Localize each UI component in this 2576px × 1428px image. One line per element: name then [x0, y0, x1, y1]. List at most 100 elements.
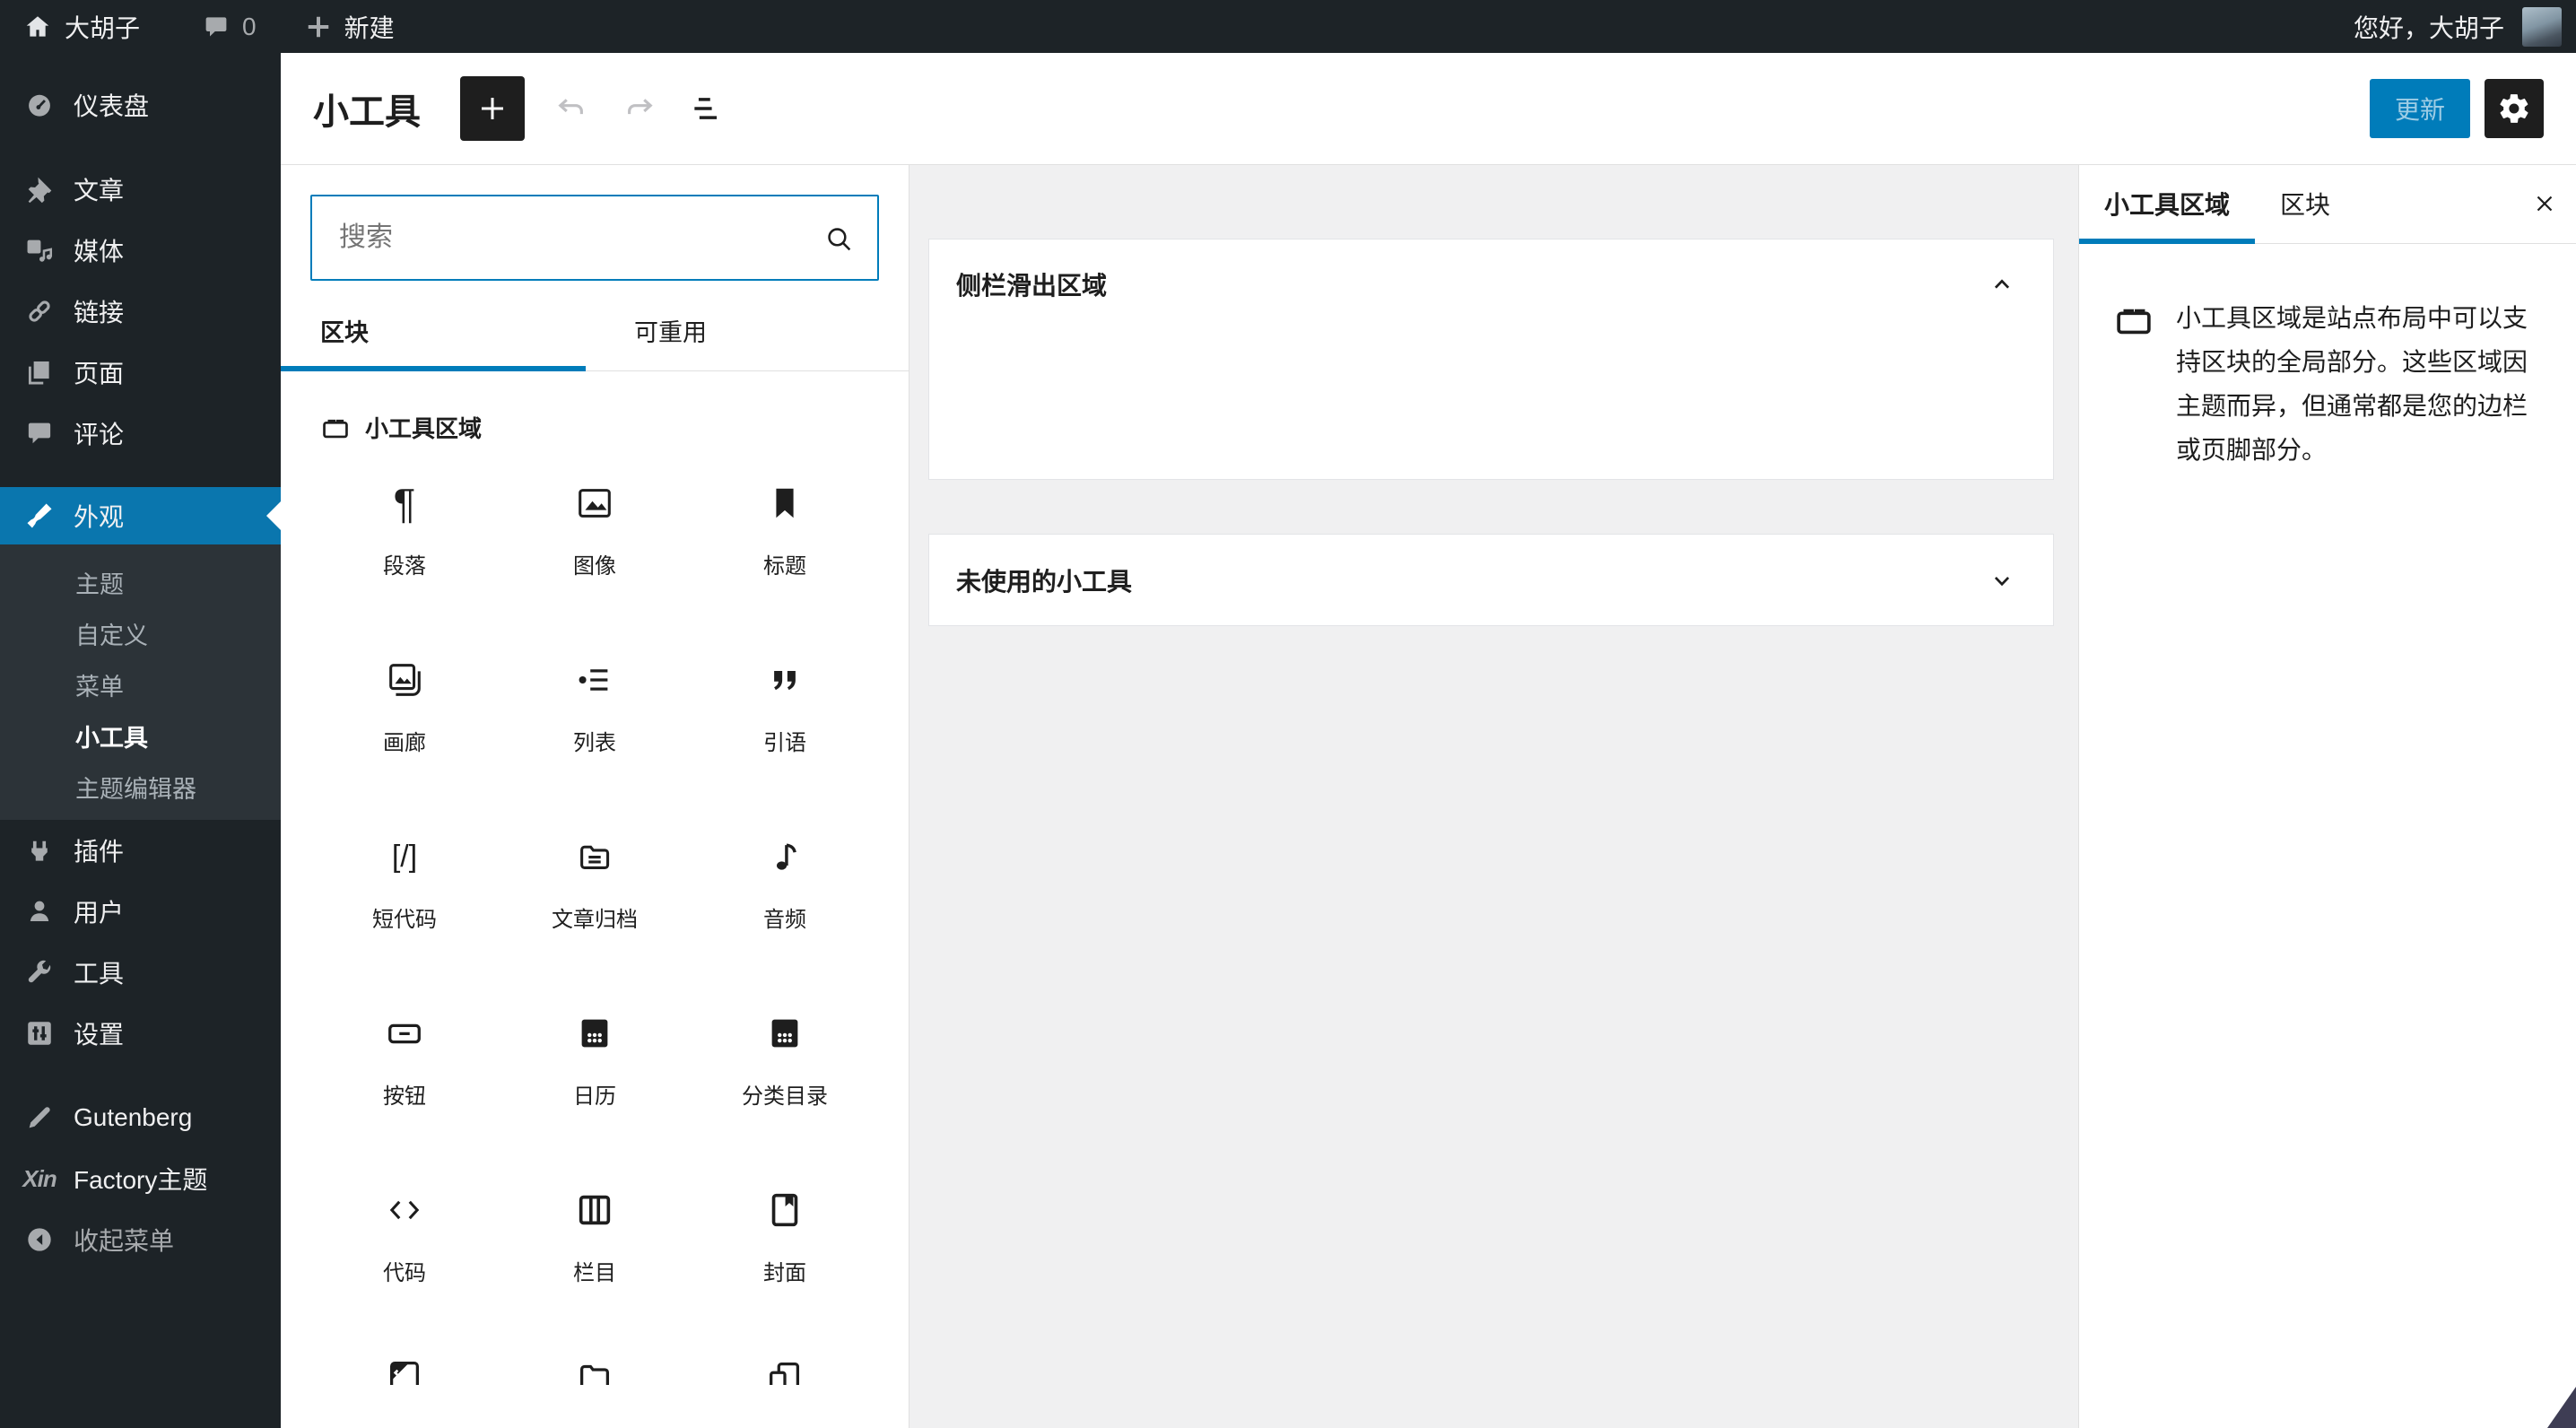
plus-icon — [305, 13, 332, 40]
tab-block[interactable]: 区块 — [2255, 164, 2355, 243]
undo-button[interactable] — [550, 87, 593, 130]
sidebar-item-label: 媒体 — [74, 238, 125, 266]
tab-blocks[interactable]: 区块 — [281, 313, 595, 371]
dashboard-icon — [23, 89, 56, 121]
block-item-columns[interactable]: 栏目 — [500, 1189, 690, 1286]
sidebar-item-tools[interactable]: 工具 — [0, 942, 281, 1003]
widget-area-empty-body[interactable] — [929, 329, 2053, 464]
inactive-widgets-title: 未使用的小工具 — [956, 567, 1133, 596]
new-content-menu[interactable]: 新建 — [285, 0, 414, 53]
block-item-cover[interactable]: 封面 — [690, 1189, 880, 1286]
sidebar-item-media[interactable]: 媒体 — [0, 220, 281, 281]
search-box — [310, 195, 879, 281]
collapse-arrow-icon — [23, 1223, 56, 1256]
sidebar-item-posts[interactable]: 文章 — [0, 159, 281, 220]
sidebar-item-label: 插件 — [74, 838, 125, 866]
sidebar-item-settings[interactable]: 设置 — [0, 1003, 281, 1064]
block-item-image[interactable]: 图像 — [500, 482, 690, 579]
block-label: 引语 — [763, 731, 806, 755]
wordpress-widgets-screen: 大胡子 0 新建 您好，大胡子 仪表盘 文章 媒体 链接 页面 评论 外观 主题… — [0, 0, 2576, 1428]
tab-label: 区块 — [320, 319, 369, 346]
list-view-button[interactable] — [686, 87, 729, 130]
submenu-item-menus[interactable]: 菜单 — [0, 659, 281, 710]
my-account[interactable]: 您好，大胡子 — [2334, 0, 2576, 53]
sidebar-item-users[interactable]: 用户 — [0, 881, 281, 942]
wrench-icon — [23, 956, 56, 988]
block-item-shortcode[interactable]: [/] 短代码 — [309, 835, 500, 933]
paragraph-icon: ¶ — [393, 480, 416, 527]
block-label: 段落 — [383, 554, 426, 579]
block-item-audio[interactable]: 音频 — [690, 835, 880, 933]
sidebar-item-links[interactable]: 链接 — [0, 281, 281, 342]
block-item-custom-html[interactable] — [309, 1356, 500, 1385]
sidebar-item-collapse-menu[interactable]: 收起菜单 — [0, 1209, 281, 1270]
current-menu-arrow — [266, 501, 281, 530]
block-item-button[interactable]: 按钮 — [309, 1012, 500, 1110]
block-item-media-text[interactable] — [690, 1356, 880, 1385]
sidebar-item-plugins[interactable]: 插件 — [0, 820, 281, 881]
widget-area-header[interactable]: 侧栏滑出区域 — [929, 239, 2053, 329]
sliders-icon — [23, 1017, 56, 1049]
block-item-calendar[interactable]: 日历 — [500, 1012, 690, 1110]
widget-areas-section-header: 小工具区域 — [320, 411, 909, 444]
sidebar-item-xin-factory-theme[interactable]: Xin Factory主题 — [0, 1148, 281, 1209]
block-inserter-toggle-button[interactable] — [460, 76, 525, 141]
howdy-text: 您好，大胡子 — [2353, 13, 2504, 42]
settings-tabs: 小工具区域 区块 — [2079, 164, 2576, 244]
submenu-item-theme-editor[interactable]: 主题编辑器 — [0, 762, 281, 813]
tab-reusable[interactable]: 可重用 — [595, 313, 909, 370]
update-button[interactable]: 更新 — [2369, 79, 2470, 138]
active-tab-underline — [281, 366, 586, 371]
block-item-paragraph[interactable]: ¶ 段落 — [309, 482, 500, 579]
submenu-item-customize[interactable]: 自定义 — [0, 608, 281, 659]
site-menu[interactable]: 大胡子 — [0, 0, 160, 53]
sidebar-item-label: Factory主题 — [74, 1166, 208, 1194]
widgets-canvas: 侧栏滑出区域 未使用的小工具 — [909, 164, 2078, 1428]
search-input[interactable] — [310, 195, 879, 281]
sidebar-item-label: 设置 — [74, 1021, 125, 1049]
block-item-archives[interactable]: 文章归档 — [500, 835, 690, 933]
brush-icon — [23, 500, 56, 532]
comments-shortcut[interactable]: 0 — [183, 0, 276, 53]
close-icon — [2537, 196, 2553, 212]
close-settings-button[interactable] — [2513, 164, 2576, 243]
admin-menu: 仪表盘 文章 媒体 链接 页面 评论 外观 主题 自定义 菜单 小工具 主题编辑… — [0, 53, 281, 1428]
sidebar-item-comments[interactable]: 评论 — [0, 403, 281, 464]
pages-icon — [23, 356, 56, 388]
tab-widget-area[interactable]: 小工具区域 — [2079, 164, 2256, 244]
block-item-heading[interactable]: 标题 — [690, 482, 880, 579]
button-icon — [384, 1012, 425, 1055]
image-icon — [574, 482, 615, 525]
block-item-gallery[interactable]: 画廊 — [309, 658, 500, 756]
sidebar-item-gutenberg[interactable]: Gutenberg — [0, 1087, 281, 1148]
redo-button[interactable] — [618, 87, 661, 130]
block-label: 图像 — [573, 554, 616, 579]
settings-sidebar: 小工具区域 区块 小工具区域是站点布局中可以支持区块的全局部分。这些区域因主题而… — [2078, 164, 2576, 1428]
block-label: 按钮 — [383, 1084, 426, 1109]
sidebar-item-pages[interactable]: 页面 — [0, 342, 281, 403]
code-icon — [384, 1189, 425, 1232]
sidebar-item-label: 文章 — [74, 177, 125, 205]
submenu-item-widgets[interactable]: 小工具 — [0, 710, 281, 762]
sidebar-item-appearance[interactable]: 外观 — [0, 487, 281, 544]
chevron-down-icon — [1987, 565, 2017, 596]
archives-icon — [574, 835, 615, 878]
block-item-quote[interactable]: 引语 — [690, 658, 880, 756]
sidebar-item-dashboard[interactable]: 仪表盘 — [0, 74, 281, 135]
categories-icon — [764, 1012, 805, 1055]
block-item-categories[interactable]: 分类目录 — [690, 1012, 880, 1110]
pencil-icon — [23, 1101, 56, 1134]
block-item-list[interactable]: 列表 — [500, 658, 690, 756]
sidebar-item-label: Gutenberg — [74, 1103, 193, 1131]
plus-icon — [482, 98, 503, 119]
settings-gear-button[interactable] — [2485, 79, 2544, 138]
inactive-widgets-header[interactable]: 未使用的小工具 — [929, 535, 2053, 625]
tab-label: 可重用 — [634, 319, 707, 346]
comment-count: 0 — [242, 12, 257, 40]
plugin-icon — [23, 834, 56, 866]
block-item-file[interactable] — [500, 1356, 690, 1385]
sidebar-item-label: 页面 — [74, 360, 125, 387]
submenu-item-themes[interactable]: 主题 — [0, 557, 281, 608]
block-item-code[interactable]: 代码 — [309, 1189, 500, 1286]
widget-area-description: 小工具区域是站点布局中可以支持区块的全局部分。这些区域因主题而异，但通常都是您的… — [2176, 304, 2528, 464]
